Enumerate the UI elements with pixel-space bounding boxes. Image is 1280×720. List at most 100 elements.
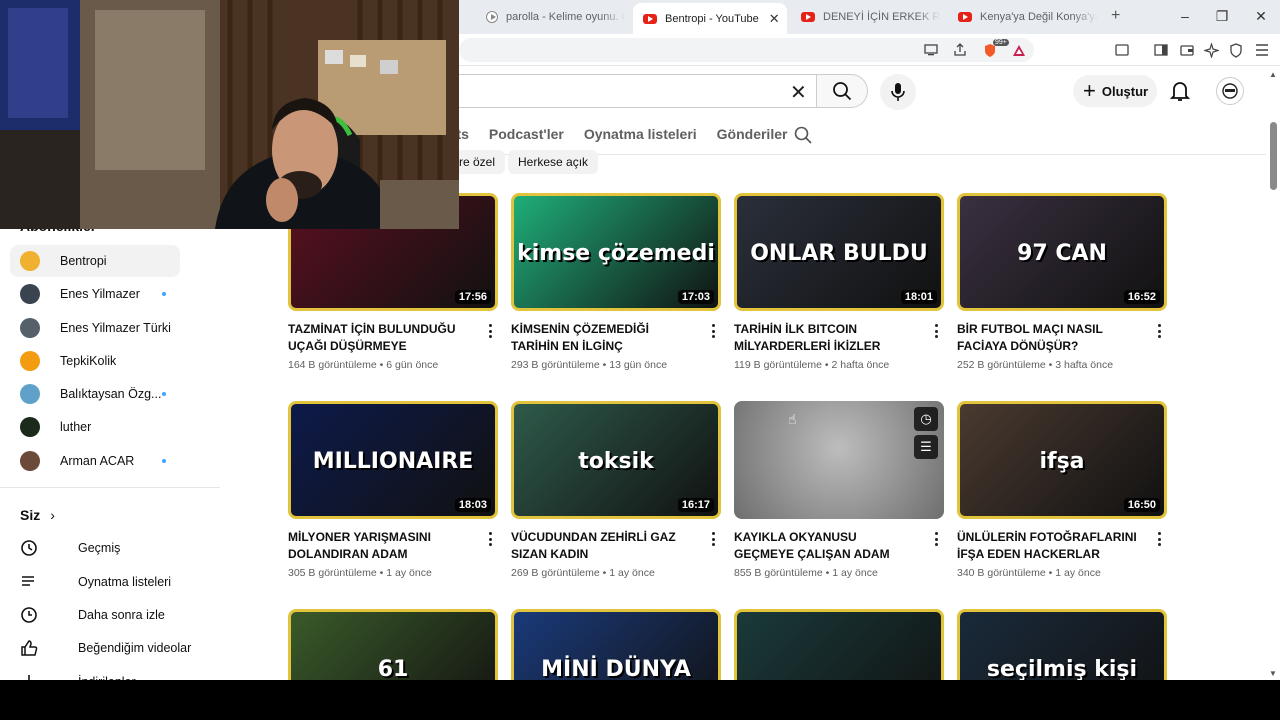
subscription-item[interactable]: Balıktaysan Özg...	[10, 378, 180, 410]
account-avatar[interactable]	[1216, 77, 1244, 105]
more-options-icon[interactable]	[486, 531, 494, 547]
share-icon[interactable]	[952, 42, 968, 58]
you-heading[interactable]: Siz ›	[20, 507, 55, 523]
video-duration: 17:03	[677, 290, 714, 304]
video-card[interactable]: kimse çözemedi 17:03 KİMSENİN ÇÖZEMEDİĞİ T…	[511, 193, 721, 371]
vpn-icon[interactable]	[1228, 42, 1244, 58]
chevron-right-icon: ›	[50, 507, 55, 523]
video-thumbnail[interactable]: 97 CAN 16:52	[957, 193, 1167, 311]
address-bar[interactable]	[459, 38, 1034, 62]
video-thumbnail[interactable]: MİNİ DÜNYA	[511, 609, 721, 680]
clear-search-icon[interactable]: ✕	[790, 80, 807, 105]
browser-tab[interactable]: parolla - Kelime oyunu. Gü	[476, 4, 626, 30]
channel-avatar	[20, 451, 40, 471]
video-thumbnail[interactable]: ◷ ☰ ☝	[734, 401, 944, 519]
mouse-cursor-icon: ☝	[788, 411, 797, 427]
more-options-icon[interactable]	[1155, 323, 1163, 339]
video-thumbnail[interactable]: MILLIONAIRE 18:03	[288, 401, 498, 519]
subscription-item[interactable]: luther	[10, 411, 180, 443]
more-options-icon[interactable]	[932, 323, 940, 339]
more-options-icon[interactable]	[709, 323, 717, 339]
channel-search-icon[interactable]	[794, 126, 812, 149]
subscription-item[interactable]: Bentropi	[10, 245, 180, 277]
view-count: 305 B görüntüleme	[288, 567, 377, 579]
subscription-label: Bentropi	[60, 254, 107, 268]
upload-age: 1 ay önce	[1055, 567, 1101, 579]
video-title[interactable]: VÜCUDUNDAN ZEHİRLİ GAZ SIZAN KADIN	[511, 529, 691, 563]
video-title[interactable]: KAYIKLA OKYANUSU GEÇMEYE ÇALIŞAN ADAM	[734, 529, 914, 563]
scroll-up-arrow-icon[interactable]: ▲	[1269, 70, 1277, 79]
video-card[interactable]: ONLAR BULDU 18:01 TARİHİN İLK BITCOIN MİLY…	[734, 193, 944, 371]
video-thumbnail[interactable]	[734, 609, 944, 680]
minimize-icon[interactable]: –	[1175, 8, 1195, 24]
video-card[interactable]	[734, 609, 944, 680]
video-thumbnail[interactable]: ifşa 16:50	[957, 401, 1167, 519]
browser-tab-active[interactable]: Bentropi - YouTube ✕	[633, 3, 787, 34]
window-close-icon[interactable]: ✕	[1251, 8, 1271, 25]
restore-icon[interactable]: ❐	[1212, 8, 1232, 25]
scrollbar-thumb[interactable]	[1270, 122, 1277, 190]
video-card[interactable]: 61	[288, 609, 498, 680]
more-options-icon[interactable]	[1155, 531, 1163, 547]
leo-ai-icon[interactable]	[1203, 42, 1219, 58]
video-thumbnail[interactable]: kimse çözemedi 17:03	[511, 193, 721, 311]
wallet-icon[interactable]	[1179, 42, 1195, 58]
video-thumbnail[interactable]: toksik 16:17	[511, 401, 721, 519]
watch-later-icon[interactable]: ◷	[914, 407, 938, 431]
video-title[interactable]: ÜNLÜLERİN FOTOĞRAFLARINI İFŞA EDEN HACKE…	[957, 529, 1137, 563]
add-to-queue-icon[interactable]: ☰	[914, 435, 938, 459]
video-duration: 18:01	[900, 290, 937, 304]
search-input[interactable]	[459, 74, 816, 108]
video-card[interactable]: MILLIONAIRE 18:03 MİLYONER YARIŞMASINI DOL…	[288, 401, 498, 579]
search-button[interactable]	[816, 74, 868, 108]
you-item[interactable]: Daha sonra izle	[10, 599, 165, 631]
video-title[interactable]: MİLYONER YARIŞMASINI DOLANDIRAN ADAM	[288, 529, 468, 563]
subscription-item[interactable]: TepkiKolik	[10, 345, 180, 377]
video-thumbnail[interactable]: seçilmiş kişi	[957, 609, 1167, 680]
reader-icon[interactable]	[1114, 42, 1130, 58]
browser-tab[interactable]: DENEYİ İÇİN ERKEK ROLÜ	[791, 4, 941, 30]
video-title[interactable]: BİR FUTBOL MAÇI NASIL FACİAYA DÖNÜŞÜR?	[957, 321, 1137, 355]
video-card[interactable]: MİNİ DÜNYA	[511, 609, 721, 680]
video-title[interactable]: TARİHİN İLK BITCOIN MİLYARDERLERİ İKİZLE…	[734, 321, 914, 355]
subscription-item[interactable]: Enes Yilmazer Türki...	[10, 312, 180, 344]
cast-icon[interactable]	[923, 42, 939, 58]
more-options-icon[interactable]	[709, 531, 717, 547]
browser-tab[interactable]: Kenya'ya Değil Konya'ya!	[948, 4, 1098, 30]
notifications-bell-icon[interactable]	[1169, 80, 1191, 107]
video-card[interactable]: ◷ ☰ ☝ KAYIKLA OKYANUSU GEÇMEYE ÇALIŞAN ADAM…	[734, 401, 944, 579]
scroll-down-arrow-icon[interactable]: ▼	[1269, 669, 1277, 678]
video-card[interactable]: 97 CAN 16:52 BİR FUTBOL MAÇI NASIL FACİAYA…	[957, 193, 1167, 371]
subscription-item[interactable]: Enes Yilmazer	[10, 278, 180, 310]
close-tab-icon[interactable]: ✕	[769, 11, 780, 27]
video-thumbnail[interactable]: ONLAR BULDU 18:01	[734, 193, 944, 311]
video-thumbnail[interactable]: 61	[288, 609, 498, 680]
video-card[interactable]: ifşa 16:50 ÜNLÜLERİN FOTOĞRAFLARINI İFŞA E…	[957, 401, 1167, 579]
liked-videos-icon	[20, 639, 58, 657]
menu-icon[interactable]	[1254, 42, 1270, 58]
video-card[interactable]: seçilmiş kişi	[957, 609, 1167, 680]
video-card[interactable]: toksik 16:17 VÜCUDUNDAN ZEHİRLİ GAZ SIZAN …	[511, 401, 721, 579]
channel-avatar	[20, 284, 40, 304]
tab-playlists[interactable]: Oynatma listeleri	[584, 126, 697, 154]
downloads-icon	[20, 673, 58, 680]
voice-search-button[interactable]	[880, 74, 916, 110]
sidebar-toggle-icon[interactable]	[1153, 42, 1169, 58]
filter-chip[interactable]: re özel	[459, 150, 506, 174]
video-title[interactable]: TAZMİNAT İÇİN BULUNDUĞU UÇAĞI DÜŞÜRMEYE …	[288, 321, 468, 355]
filter-chip-public[interactable]: Herkese açık	[508, 150, 599, 174]
you-item-label: Daha sonra izle	[78, 608, 165, 622]
tab-posts[interactable]: Gönderiler	[717, 126, 788, 154]
you-item[interactable]: Oynatma listeleri	[10, 566, 171, 598]
you-item-label: Geçmiş	[78, 541, 121, 555]
you-item[interactable]: İndirilenler	[10, 666, 136, 680]
brave-rewards-icon[interactable]	[1011, 42, 1027, 58]
video-title[interactable]: KİMSENİN ÇÖZEMEDİĞİ TARİHİN EN İLGİNÇ KA…	[511, 321, 691, 355]
more-options-icon[interactable]	[486, 323, 494, 339]
create-button[interactable]: + Oluştur	[1073, 75, 1157, 107]
more-options-icon[interactable]	[932, 531, 940, 547]
you-item[interactable]: Beğendiğim videolar	[10, 632, 191, 664]
you-item[interactable]: Geçmiş	[10, 532, 120, 564]
subscription-item[interactable]: Arman ACAR	[10, 445, 180, 477]
new-tab-icon[interactable]: +	[1111, 7, 1120, 25]
